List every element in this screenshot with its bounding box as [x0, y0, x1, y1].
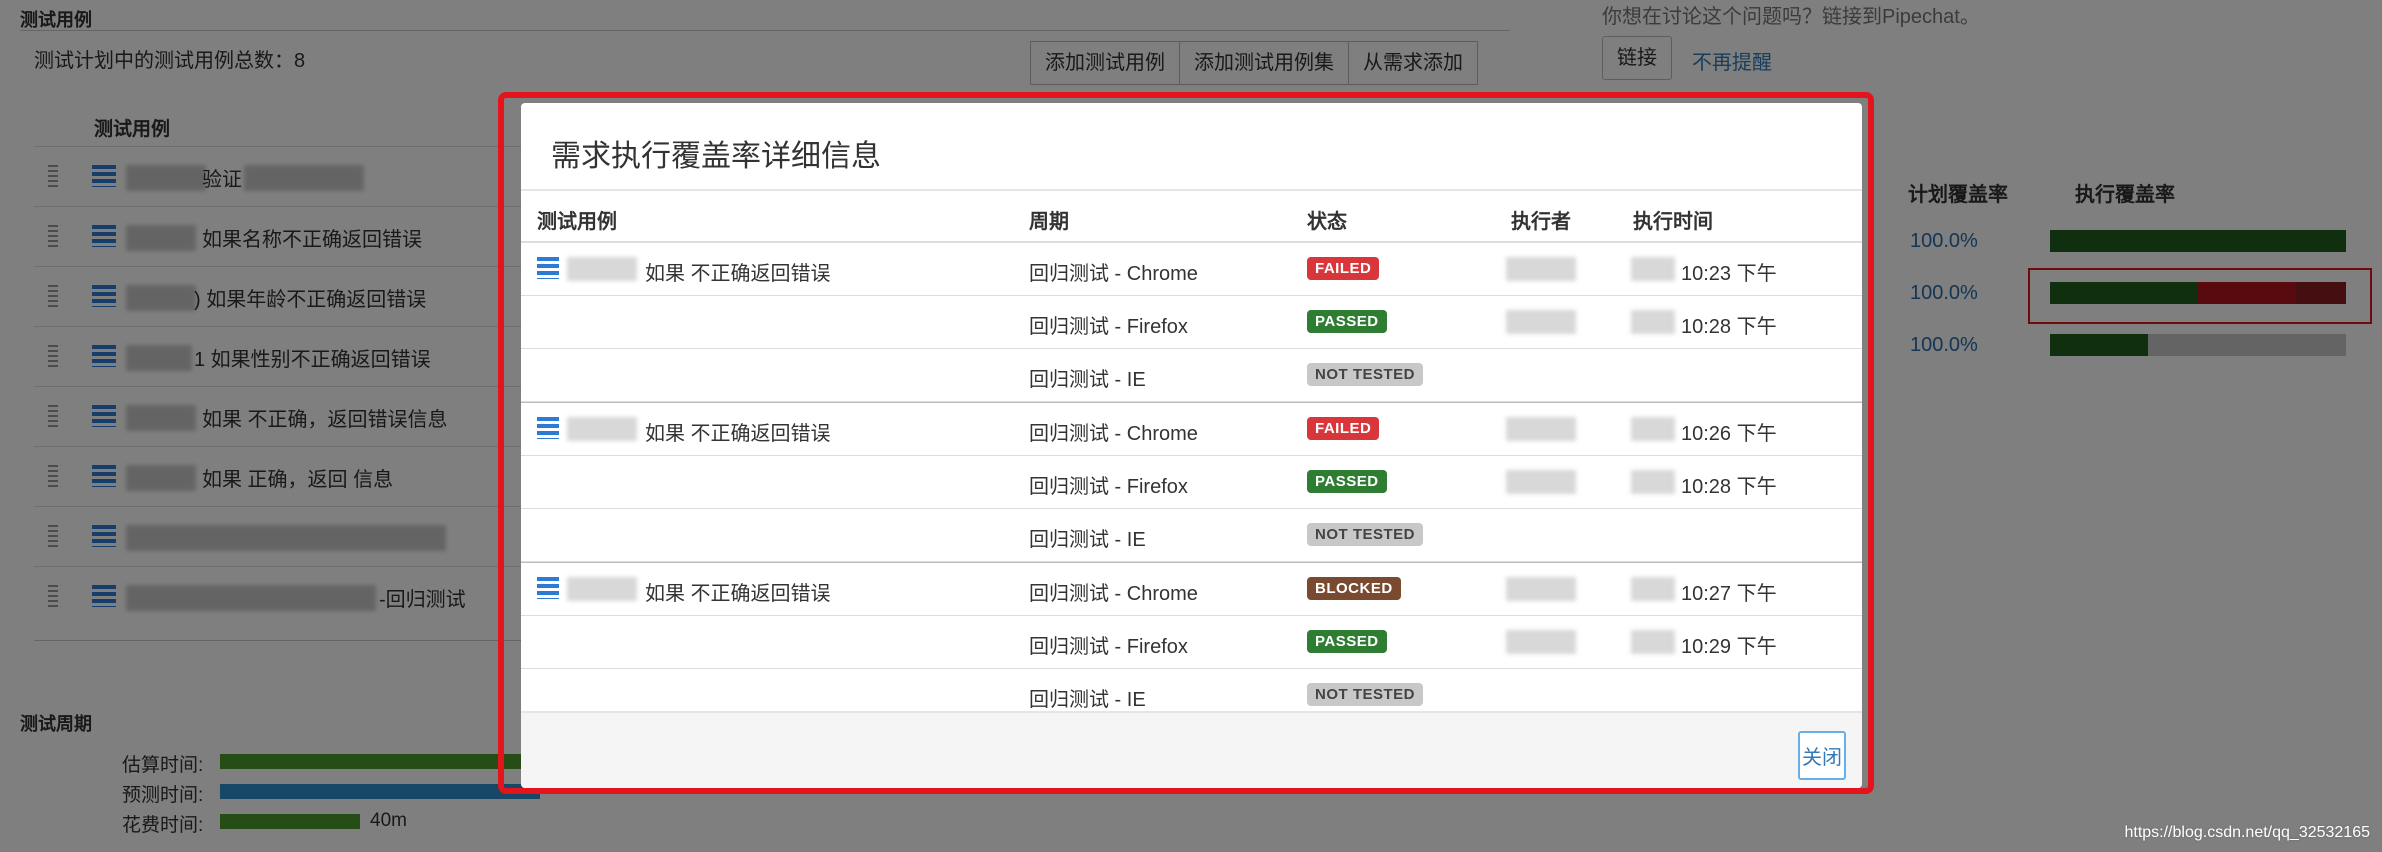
red-highlight-frame: [498, 92, 1874, 794]
watermark: https://blog.csdn.net/qq_32532165: [2124, 824, 2370, 841]
